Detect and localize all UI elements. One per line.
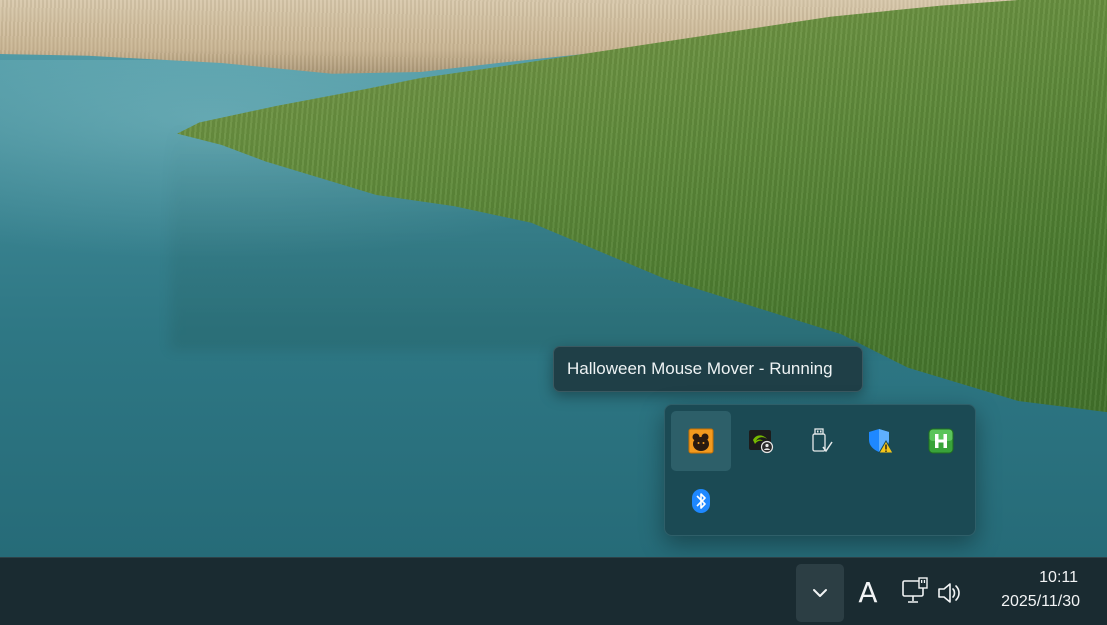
chevron-down-icon (813, 589, 827, 597)
ime-label: A (858, 575, 878, 609)
tray-item-nvidia[interactable] (731, 411, 791, 471)
tray-overflow-flyout (664, 404, 976, 536)
green-h-app-icon (928, 428, 954, 454)
show-hidden-icons-button[interactable] (796, 564, 844, 622)
clock-date: 2025/11/30 (1001, 593, 1080, 610)
tray-tooltip: Halloween Mouse Mover - Running (553, 346, 863, 392)
windows-security-warning-icon (869, 429, 894, 454)
usb-drive-icon (812, 428, 833, 453)
clock-time: 10:11 (1039, 569, 1078, 586)
network-icon (902, 577, 928, 603)
tray-item-windows-security[interactable] (851, 411, 911, 471)
input-method-indicator[interactable]: A (853, 570, 883, 614)
tray-item-green-h-app[interactable] (911, 411, 971, 471)
tray-item-usb-drive[interactable] (791, 411, 851, 471)
taskbar: A 10:11 2025/11/30 (0, 557, 1107, 625)
halloween-mouse-mover-icon (688, 428, 714, 454)
nvidia-icon (749, 430, 774, 454)
tooltip-text: Halloween Mouse Mover - Running (567, 359, 833, 378)
clock-button[interactable]: 10:11 2025/11/30 (980, 566, 1090, 618)
bluetooth-icon (692, 489, 710, 513)
volume-button[interactable] (936, 578, 964, 608)
volume-icon (938, 583, 960, 603)
network-button[interactable] (900, 576, 930, 608)
tray-item-halloween-mouse-mover[interactable] (671, 411, 731, 471)
tray-item-bluetooth[interactable] (671, 471, 731, 531)
